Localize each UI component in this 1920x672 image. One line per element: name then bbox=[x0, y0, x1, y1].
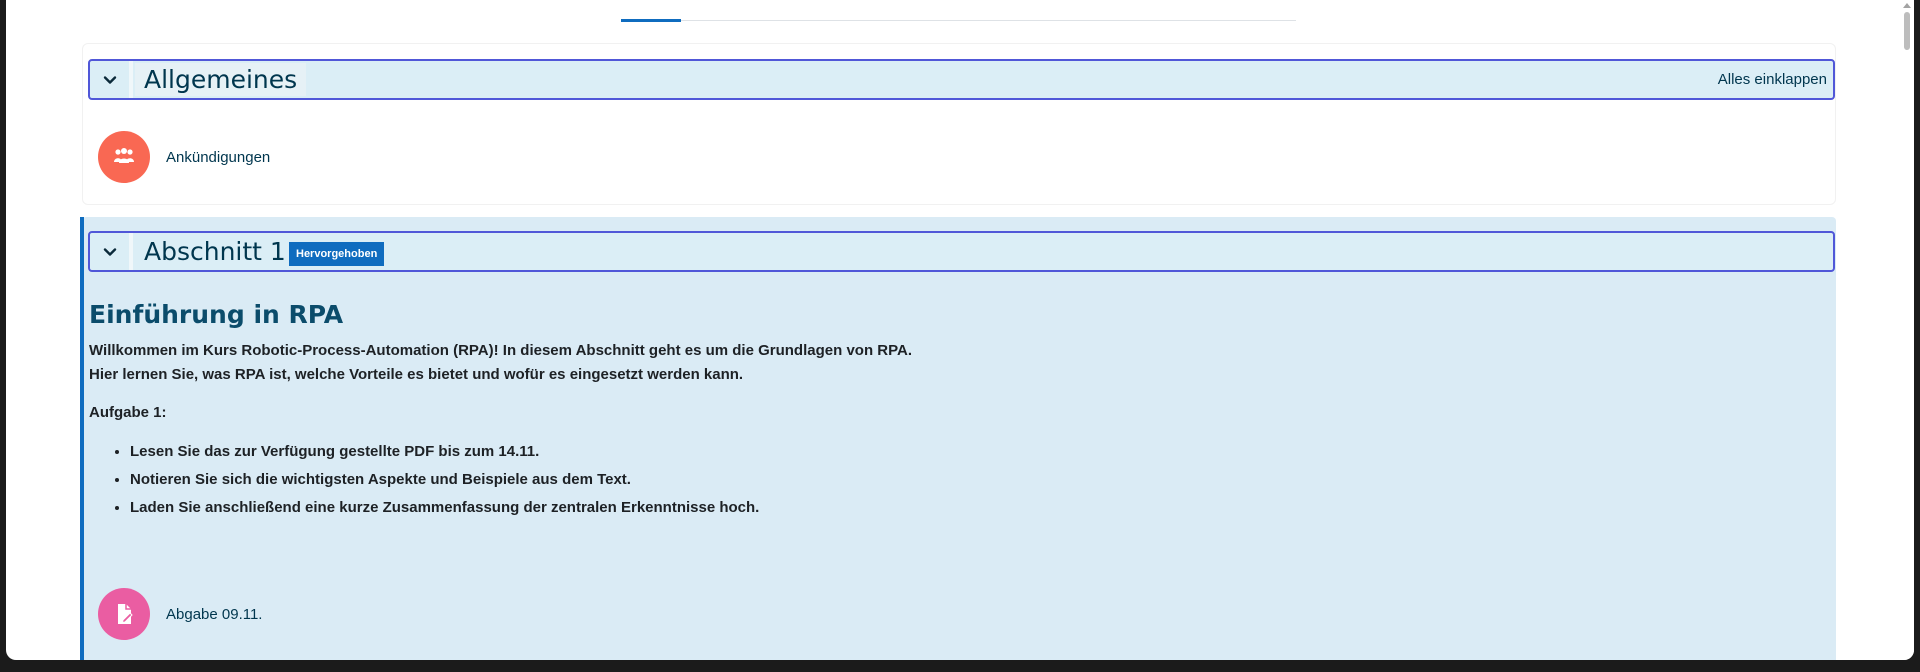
scroll-up-icon[interactable] bbox=[1903, 3, 1911, 8]
summary-intro-line-1: Willkommen im Kurs Robotic-Process-Autom… bbox=[89, 342, 913, 359]
summary-heading: Einführung in RPA bbox=[89, 300, 344, 329]
list-item: Lesen Sie das zur Verfügung gestellte PD… bbox=[130, 443, 1689, 461]
chevron-down-icon bbox=[103, 75, 116, 84]
task-title: Aufgabe 1: bbox=[89, 404, 167, 421]
forum-icon bbox=[98, 131, 150, 183]
activity-announcements[interactable]: Ankündigungen bbox=[98, 131, 270, 183]
tab-active-indicator[interactable] bbox=[621, 19, 681, 22]
highlight-bar bbox=[80, 217, 84, 660]
tab-navigation-line bbox=[621, 20, 1296, 21]
assignment-icon bbox=[98, 588, 150, 640]
list-item: Notieren Sie sich die wichtigsten Aspekt… bbox=[130, 471, 1689, 489]
divider bbox=[129, 233, 133, 270]
activity-assignment[interactable]: Abgabe 09.11. bbox=[98, 588, 262, 640]
divider bbox=[129, 61, 133, 98]
section-summary: Einführung in RPA Willkommen im Kurs Rob… bbox=[89, 300, 1689, 527]
section-toggle-button[interactable] bbox=[92, 235, 127, 268]
scroll-thumb[interactable] bbox=[1904, 12, 1910, 50]
browser-window: Allgemeines Alles einklappen Ankündigung… bbox=[6, 0, 1914, 660]
section-toggle-button[interactable] bbox=[92, 63, 127, 96]
summary-intro-line-2: Hier lernen Sie, was RPA ist, welche Vor… bbox=[89, 366, 744, 383]
activity-link[interactable]: Abgabe 09.11. bbox=[166, 606, 262, 623]
list-item: Laden Sie anschließend eine kurze Zusamm… bbox=[130, 499, 1689, 517]
section-title-general[interactable]: Allgemeines bbox=[135, 63, 307, 96]
task-list: Lesen Sie das zur Verfügung gestellte PD… bbox=[130, 443, 1689, 517]
activity-link[interactable]: Ankündigungen bbox=[166, 149, 270, 166]
collapse-all-link[interactable]: Alles einklappen bbox=[1718, 71, 1827, 88]
vertical-scrollbar[interactable] bbox=[1900, 0, 1914, 660]
section-title-1[interactable]: Abschnitt 1 bbox=[135, 235, 295, 268]
highlighted-badge: Hervorgehoben bbox=[289, 242, 385, 266]
chevron-down-icon bbox=[103, 247, 116, 256]
section-1-header: Abschnitt 1 Hervorgehoben bbox=[88, 231, 1835, 272]
section-general-header: Allgemeines Alles einklappen bbox=[88, 59, 1835, 100]
